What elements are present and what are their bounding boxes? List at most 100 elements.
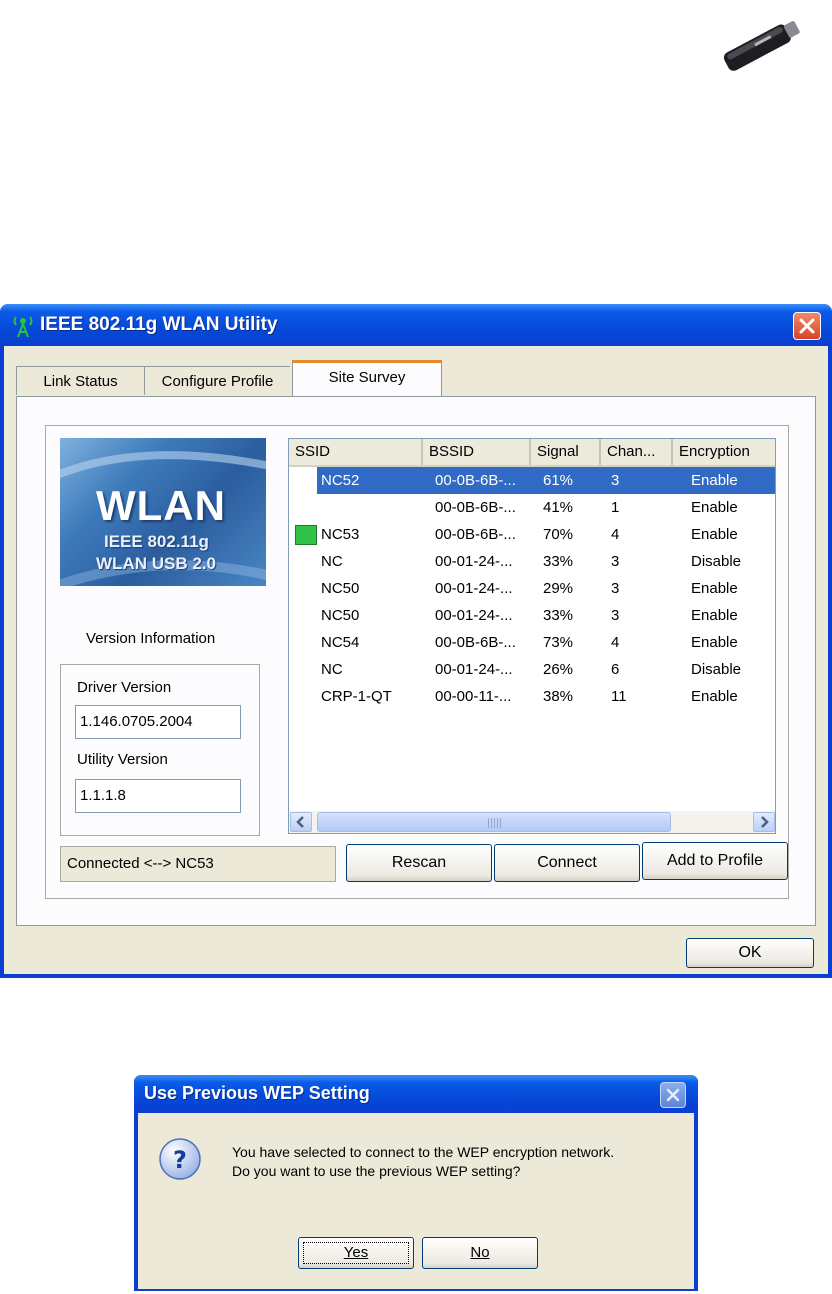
cell-channel: 4 <box>611 526 620 543</box>
close-button[interactable] <box>793 312 821 340</box>
network-row[interactable]: 00-0B-6B-... 41% 1 Enable <box>289 494 775 521</box>
version-group: Driver Version 1.146.0705.2004 Utility V… <box>60 664 260 836</box>
cell-ssid: CRP-1-QT <box>321 688 392 705</box>
cell-signal: 73% <box>543 634 574 651</box>
cell-channel: 11 <box>611 688 627 705</box>
dialog-line-2: Do you want to use the previous WEP sett… <box>232 1163 521 1179</box>
cell-signal: 26% <box>543 661 574 678</box>
survey-frame: WLAN IEEE 802.11g WLAN USB 2.0 Version I… <box>45 425 789 899</box>
connected-icon <box>295 525 317 545</box>
network-row[interactable]: NC50 00-01-24-... 29% 3 Enable <box>289 575 775 602</box>
utility-version-label: Utility Version <box>77 751 168 768</box>
cell-ssid: NC53 <box>321 526 360 543</box>
column-channel[interactable]: Chan... <box>601 439 673 465</box>
logo-line-1: IEEE 802.11g <box>104 532 209 551</box>
cell-channel: 4 <box>611 634 620 651</box>
title-bar[interactable]: IEEE 802.11g WLAN Utility <box>0 304 832 346</box>
cell-encryption: Enable <box>691 634 738 651</box>
network-row[interactable]: CRP-1-QT 00-00-11-... 38% 11 Enable <box>289 683 775 710</box>
chevron-left-icon <box>296 816 304 828</box>
cell-encryption: Enable <box>691 607 738 624</box>
chevron-right-icon <box>761 816 769 828</box>
cell-channel: 1 <box>611 499 620 516</box>
antenna-icon <box>13 316 33 338</box>
list-header: SSID BSSID Signal Chan... Encryption <box>289 439 775 467</box>
logo-line-2: WLAN USB 2.0 <box>96 554 216 573</box>
connect-button[interactable]: Connect <box>494 844 640 882</box>
scroll-left-button[interactable] <box>290 812 312 832</box>
logo-title: WLAN <box>96 482 226 529</box>
network-row[interactable]: NC52 00-0B-6B-... 61% 3 Enable <box>289 467 775 494</box>
utility-version-field[interactable]: 1.1.1.8 <box>75 779 241 813</box>
driver-version-field[interactable]: 1.146.0705.2004 <box>75 705 241 739</box>
cell-signal: 41% <box>543 499 574 516</box>
cell-bssid: 00-01-24-... <box>435 607 513 624</box>
cell-bssid: 00-0B-6B-... <box>435 634 516 651</box>
cell-bssid: 00-0B-6B-... <box>435 526 516 543</box>
dialog-close-button[interactable] <box>660 1082 686 1108</box>
dialog-line-1: You have selected to connect to the WEP … <box>232 1144 615 1160</box>
wep-dialog: Use Previous WEP Setting ? You have sele… <box>134 1075 698 1291</box>
scroll-right-button[interactable] <box>753 812 775 832</box>
wlan-utility-window: IEEE 802.11g WLAN Utility Link Status Co… <box>0 304 832 978</box>
column-ssid[interactable]: SSID <box>289 439 423 465</box>
window-title: IEEE 802.11g WLAN Utility <box>40 314 278 335</box>
cell-channel: 3 <box>611 553 620 570</box>
no-button-label: No <box>470 1244 490 1261</box>
close-icon <box>799 318 815 334</box>
network-row[interactable]: NC53 00-0B-6B-... 70% 4 Enable <box>289 521 775 548</box>
dialog-title-bar[interactable]: Use Previous WEP Setting <box>134 1075 698 1113</box>
cell-ssid: NC <box>321 553 343 570</box>
connection-status: Connected <--> NC53 <box>60 846 336 882</box>
cell-encryption: Disable <box>691 553 742 570</box>
network-row[interactable]: NC 00-01-24-... 26% 6 Disable <box>289 656 775 683</box>
cell-channel: 3 <box>611 607 620 624</box>
version-information-label: Version Information <box>86 630 216 647</box>
cell-channel: 3 <box>611 580 620 597</box>
wlan-logo: WLAN IEEE 802.11g WLAN USB 2.0 <box>60 438 266 586</box>
cell-signal: 33% <box>543 553 574 570</box>
question-icon: ? <box>159 1138 201 1180</box>
network-list[interactable]: SSID BSSID Signal Chan... Encryption NC5… <box>288 438 776 834</box>
window-client: Link Status Configure Profile Site Surve… <box>4 346 828 974</box>
cell-ssid: NC50 <box>321 607 360 624</box>
cell-ssid: NC54 <box>321 634 360 651</box>
yes-button[interactable]: Yes <box>298 1237 414 1269</box>
cell-signal: 29% <box>543 580 574 597</box>
ok-button[interactable]: OK <box>686 938 814 968</box>
cell-encryption: Enable <box>691 688 738 705</box>
cell-signal: 38% <box>543 688 574 705</box>
network-row[interactable]: NC54 00-0B-6B-... 73% 4 Enable <box>289 629 775 656</box>
site-survey-panel: WLAN IEEE 802.11g WLAN USB 2.0 Version I… <box>16 396 816 926</box>
cell-ssid: NC50 <box>321 580 360 597</box>
usb-adapter-image <box>723 21 800 71</box>
cell-encryption: Enable <box>691 499 738 516</box>
column-encryption[interactable]: Encryption <box>673 439 775 465</box>
tab-link-status[interactable]: Link Status <box>16 366 144 395</box>
column-bssid[interactable]: BSSID <box>423 439 531 465</box>
cell-ssid: NC52 <box>321 472 360 489</box>
scroll-thumb[interactable] <box>317 812 671 832</box>
driver-version-label: Driver Version <box>77 679 172 696</box>
add-to-profile-button[interactable]: Add to Profile <box>642 842 788 880</box>
rescan-button[interactable]: Rescan <box>346 844 492 882</box>
cell-bssid: 00-0B-6B-... <box>435 472 516 489</box>
cell-bssid: 00-01-24-... <box>435 580 513 597</box>
cell-channel: 3 <box>611 472 620 489</box>
network-row[interactable]: NC50 00-01-24-... 33% 3 Enable <box>289 602 775 629</box>
horizontal-scrollbar[interactable] <box>289 811 775 833</box>
cell-encryption: Enable <box>691 526 738 543</box>
cell-bssid: 00-00-11-... <box>435 688 512 705</box>
cell-signal: 33% <box>543 607 574 624</box>
svg-text:?: ? <box>173 1146 187 1174</box>
cell-encryption: Enable <box>691 472 738 489</box>
dialog-client: ? You have selected to connect to the WE… <box>138 1113 694 1289</box>
cell-signal: 61% <box>543 472 574 489</box>
cell-bssid: 00-01-24-... <box>435 661 513 678</box>
tab-site-survey[interactable]: Site Survey <box>292 360 442 396</box>
network-row[interactable]: NC 00-01-24-... 33% 3 Disable <box>289 548 775 575</box>
no-button[interactable]: No <box>422 1237 538 1269</box>
tab-configure-profile[interactable]: Configure Profile <box>144 366 290 395</box>
cell-bssid: 00-0B-6B-... <box>435 499 516 516</box>
column-signal[interactable]: Signal <box>531 439 601 465</box>
